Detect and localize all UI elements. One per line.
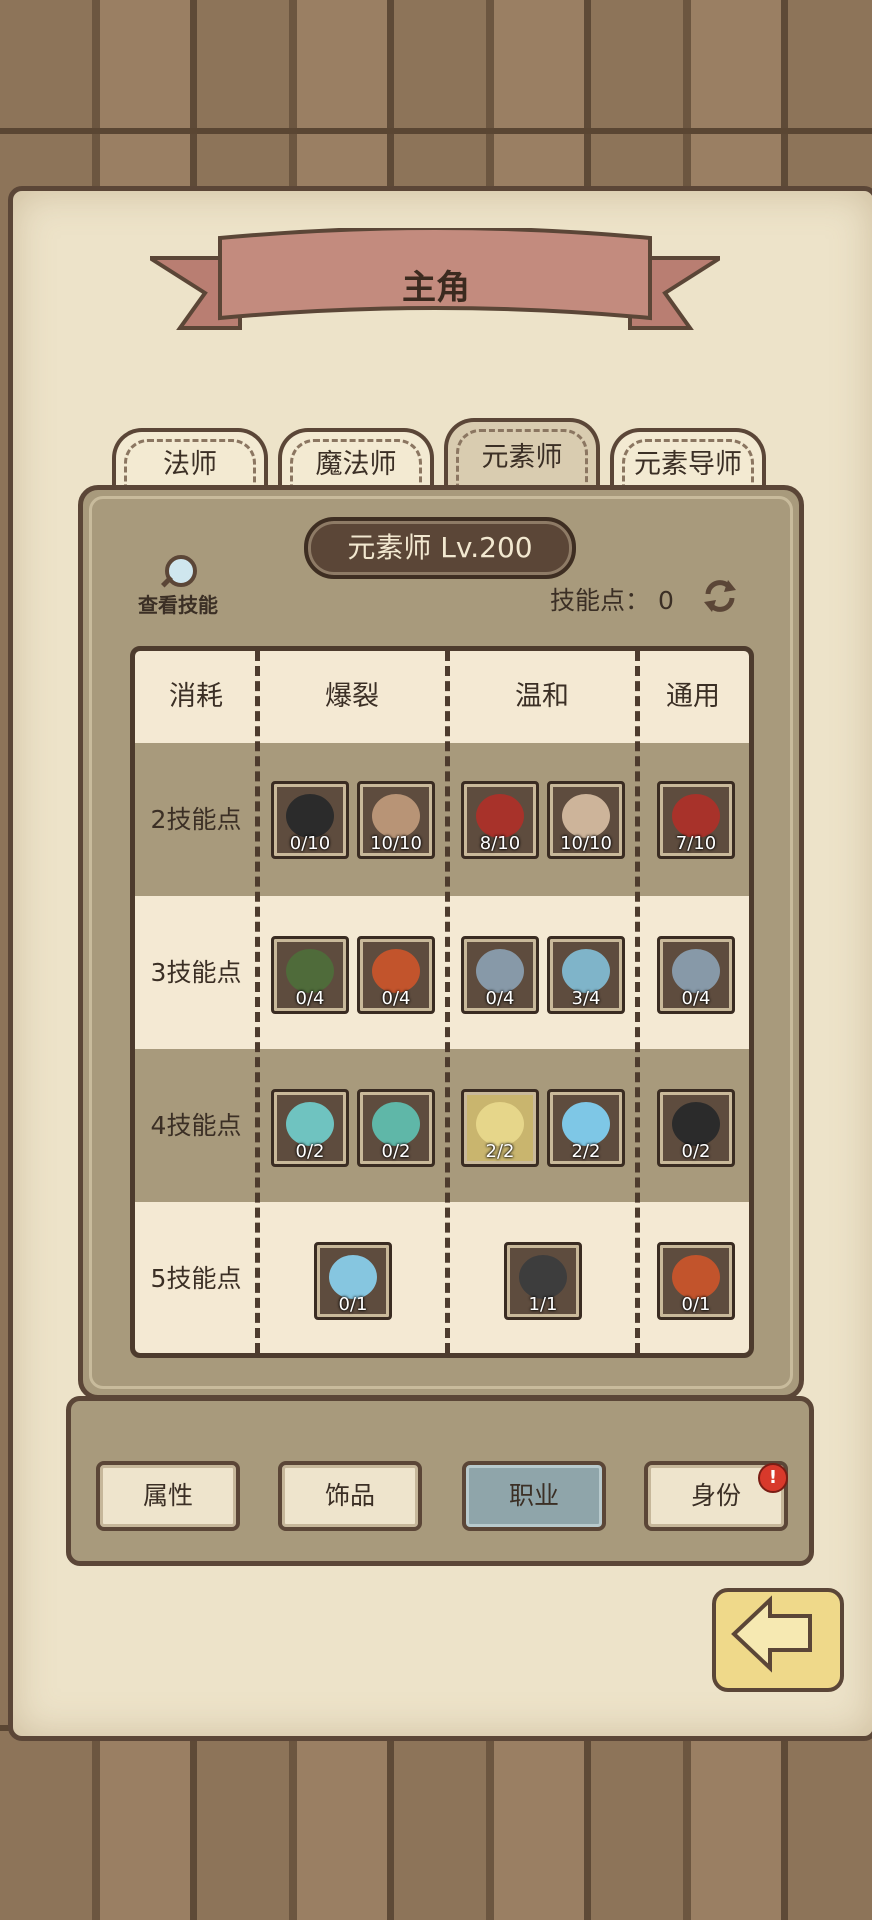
skill-level: 0/1 [681,1294,711,1315]
view-skills-button[interactable]: 查看技能 [128,553,228,618]
skill-level: 0/2 [681,1141,711,1162]
skill-level: 8/10 [479,833,521,854]
whirlwind-skill[interactable]: 0/2 [271,1089,349,1167]
row-cost-label: 2技能点 [150,805,242,834]
bomb-up-skill[interactable]: 0/2 [657,1089,735,1167]
tornado-skill[interactable]: 3/4 [547,936,625,1014]
cloud-skill[interactable]: 0/2 [357,1089,435,1167]
skill-level: 0/4 [485,988,515,1009]
view-skills-label: 查看技能 [138,593,218,617]
skill-level: 0/10 [289,833,331,854]
row-cost-label: 3技能点 [150,958,242,987]
skill-level: 0/4 [295,988,325,1009]
heart-up-skill[interactable]: 7/10 [657,781,735,859]
skill-level: 7/10 [675,833,717,854]
explosion-up-icon [672,1255,720,1299]
skill-row: 4技能点 0/2 0/2 2/2 2/2 0/2 [135,1049,749,1202]
nav-class-button[interactable]: 职业 [462,1461,606,1531]
back-button[interactable] [710,1586,846,1694]
heart-up-icon [672,794,720,838]
broken-shield-icon [476,949,524,993]
ice-shards-skill[interactable]: 0/1 [314,1242,392,1320]
col-header-gentle: 温和 [515,681,569,712]
class-tabs: 法师 魔法师 元素师 元素导师 [112,418,766,494]
grid-header: 消耗 爆裂 温和 通用 [135,651,749,743]
col-header-general: 通用 [666,681,720,712]
column-divider [445,651,450,1353]
skill-row: 2技能点 0/10 10/10 8/10 10/10 7/10 [135,743,749,896]
lasso-skill[interactable]: 1/1 [504,1242,582,1320]
skill-level: 0/4 [681,988,711,1009]
bomb-up-icon [672,1102,720,1146]
skill-level: 10/10 [370,833,422,854]
col-header-burst: 爆裂 [325,681,379,712]
row-cost-label: 4技能点 [150,1111,242,1140]
ice-shield-skill[interactable]: 2/2 [547,1089,625,1167]
heart-icon [476,794,524,838]
mountain-skill[interactable]: 2/2 [461,1089,539,1167]
skill-row: 5技能点 0/1 1/1 0/1 [135,1202,749,1353]
broken-shield-up-icon [672,949,720,993]
ice-shards-icon [329,1255,377,1299]
mountain-icon [476,1102,524,1146]
skill-level: 2/2 [485,1141,515,1162]
row-cost-label: 5技能点 [150,1264,242,1293]
plank-seam [0,128,872,134]
skill-level: 1/1 [528,1294,558,1315]
sprout-icon [286,949,334,993]
bomb-skull-icon [286,794,334,838]
column-divider [635,651,640,1353]
skill-level: 2/2 [571,1141,601,1162]
broken-shield-up-skill[interactable]: 0/4 [657,936,735,1014]
skill-points-label: 技能点： [550,586,651,615]
skill-grid: 消耗 爆裂 温和 通用 2技能点 0/10 10/10 8/10 10/10 7… [130,646,754,1358]
skill-points: 技能点： 0 [550,581,674,617]
cloud-icon [372,1102,420,1146]
splat-skull-skill[interactable]: 0/4 [357,936,435,1014]
arm-icon [562,794,610,838]
page-title: 主角 [402,268,470,308]
skill-level: 0/2 [295,1141,325,1162]
broken-shield-skill[interactable]: 0/4 [461,936,539,1014]
explosion-up-skill[interactable]: 0/1 [657,1242,735,1320]
heart-skill[interactable]: 8/10 [461,781,539,859]
skill-row: 3技能点 0/4 0/4 0/4 3/4 0/4 [135,896,749,1049]
tab-elementalist[interactable]: 元素师 [444,418,600,494]
column-divider [255,651,260,1353]
bomb-skull-skill[interactable]: 0/10 [271,781,349,859]
scroll-hand-icon [372,794,420,838]
skill-level: 0/1 [338,1294,368,1315]
class-level-badge: 元素师 Lv.200 [304,517,576,579]
skill-level: 3/4 [571,988,601,1009]
lasso-icon [519,1255,567,1299]
ice-shield-icon [562,1102,610,1146]
arm-skill[interactable]: 10/10 [547,781,625,859]
alert-badge: ! [758,1463,788,1493]
nav-accessories-button[interactable]: 饰品 [278,1461,422,1531]
skill-points-value: 0 [657,586,674,615]
whirlwind-icon [286,1102,334,1146]
skill-level: 10/10 [560,833,612,854]
tornado-icon [562,949,610,993]
sprout-skill[interactable]: 0/4 [271,936,349,1014]
skill-level: 0/2 [381,1141,411,1162]
magnifier-icon [160,553,197,588]
nav-attributes-button[interactable]: 属性 [96,1461,240,1531]
scroll-hand-skill[interactable]: 10/10 [357,781,435,859]
skill-level: 0/4 [381,988,411,1009]
splat-skull-icon [372,949,420,993]
col-header-cost: 消耗 [169,681,223,712]
refresh-icon[interactable] [700,576,740,616]
